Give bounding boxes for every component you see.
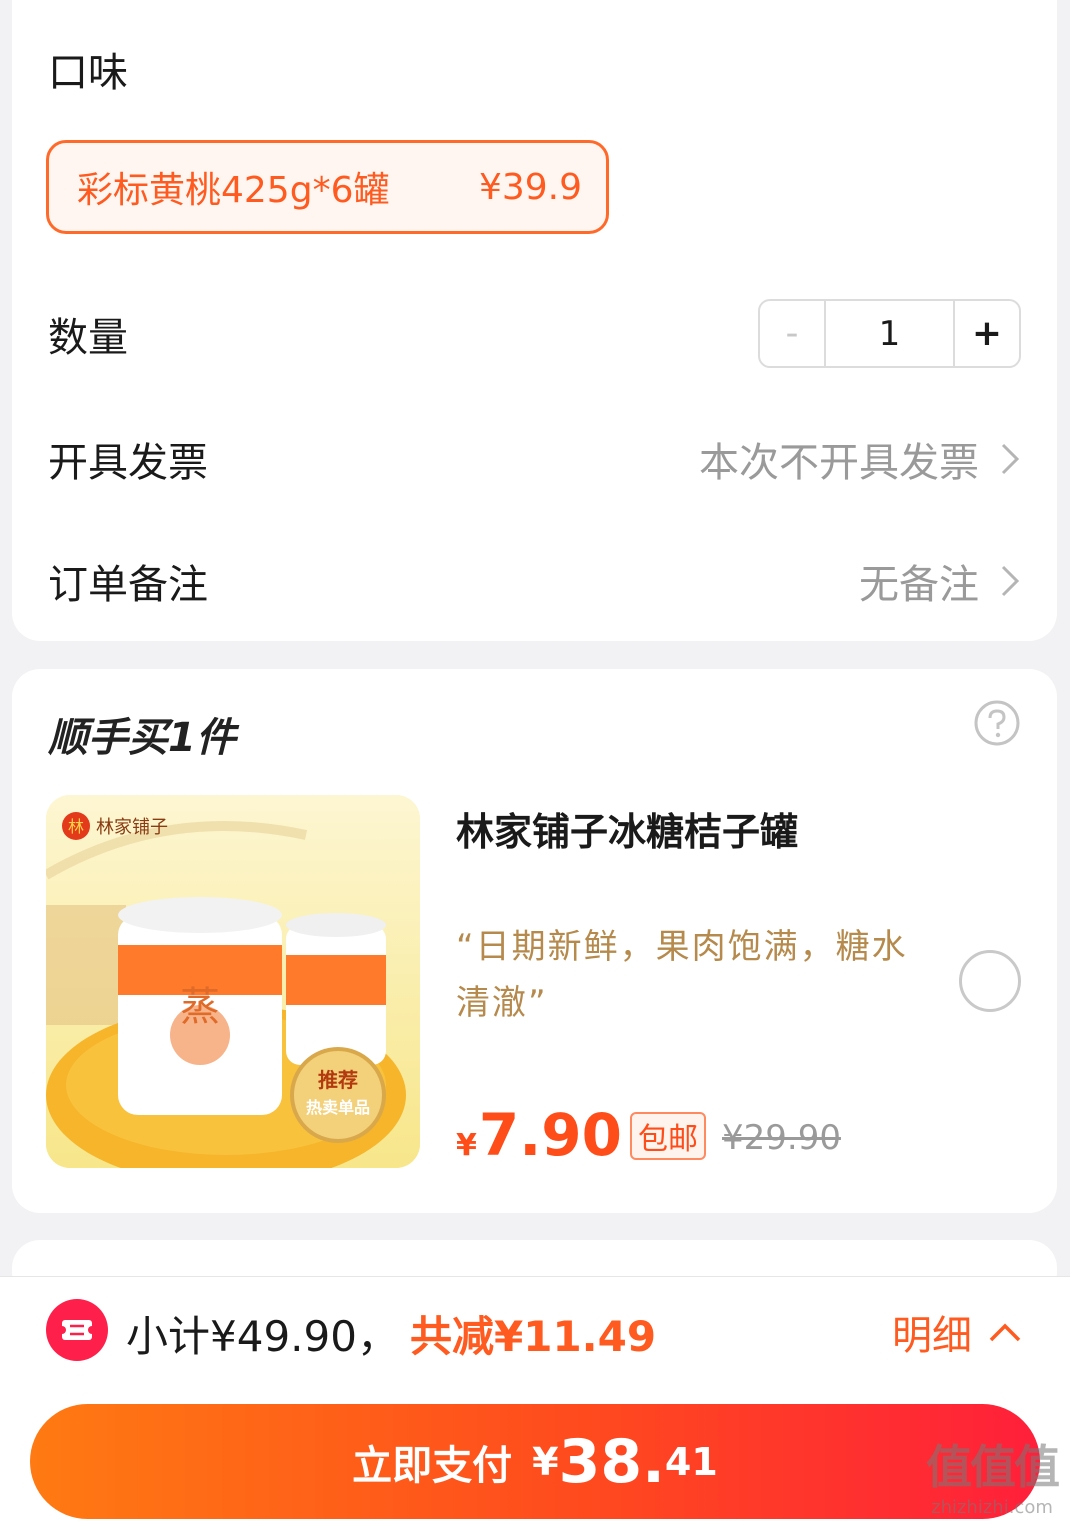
- flavor-option-name: 彩标黄桃425g*6罐: [77, 170, 390, 211]
- coupon-icon: [46, 1299, 108, 1361]
- free-shipping-badge: 包邮: [629, 1112, 706, 1160]
- flavor-option-selected[interactable]: 彩标黄桃425g*6罐 ¥39.9: [46, 140, 609, 234]
- product-brand-text: 林家铺子: [96, 817, 168, 838]
- invoice-selector[interactable]: 本次不开具发票: [699, 430, 1023, 488]
- svg-text:林: 林: [68, 817, 84, 836]
- chevron-right-icon: [1001, 443, 1020, 475]
- invoice-value: 本次不开具发票: [699, 440, 979, 486]
- pay-amount-integer: 38.: [558, 1426, 665, 1497]
- pay-now-button[interactable]: 立即支付 ¥ 38. 41: [30, 1404, 1040, 1519]
- addon-select-radio[interactable]: [959, 950, 1021, 1012]
- addon-card: 顺手买1件 蒸 林 林家铺子 推荐 热卖单品 林家铺子冰糖桔子罐 “日期新鲜，果…: [12, 669, 1057, 1213]
- addon-title: 顺手买1件: [48, 715, 236, 761]
- order-options-card: 口味 彩标黄桃425g*6罐 ¥39.9 数量 - 1 + 开具发票 本次不开具…: [12, 0, 1057, 641]
- watermark-url: zhizhizhi.com: [931, 1497, 1053, 1518]
- detail-label: 明细: [892, 1313, 972, 1359]
- pay-now-label: 立即支付: [352, 1442, 513, 1489]
- remark-label: 订单备注: [48, 562, 208, 608]
- product-price-row: ¥ 7.90 包邮 ¥29.90: [456, 1101, 841, 1169]
- watermark: 值值值 zhizhizhi.com: [926, 1431, 1060, 1518]
- original-price: ¥29.90: [721, 1118, 841, 1158]
- product-badge-line1: 推荐: [318, 1068, 358, 1092]
- subtotal-text: 小计¥49.90，: [126, 1312, 399, 1361]
- increase-quantity-button[interactable]: +: [953, 301, 1019, 366]
- product-name[interactable]: 林家铺子冰糖桔子罐: [456, 801, 798, 856]
- flavor-label: 口味: [48, 50, 128, 96]
- decrease-quantity-button[interactable]: -: [760, 301, 826, 366]
- chevron-up-icon: [989, 1323, 1021, 1342]
- question-circle-icon[interactable]: [973, 699, 1021, 747]
- chevron-right-icon: [1001, 565, 1020, 597]
- watermark-logo-text: 值值值: [926, 1440, 1060, 1494]
- invoice-label: 开具发票: [48, 440, 208, 486]
- product-image[interactable]: 蒸 林 林家铺子 推荐 热卖单品: [46, 795, 420, 1168]
- quantity-label: 数量: [48, 315, 128, 361]
- discount-text: 共减¥11.49: [410, 1312, 657, 1361]
- svg-text:蒸: 蒸: [180, 984, 220, 1030]
- remark-selector[interactable]: 无备注: [859, 552, 1023, 610]
- price-currency: ¥: [456, 1128, 477, 1163]
- pay-amount-decimal: 41: [664, 1439, 718, 1484]
- checkout-bar: 小计¥49.90， 共减¥11.49 明细 立即支付 ¥ 38. 41 值值值 …: [0, 1276, 1070, 1524]
- product-price: 7.90: [478, 1101, 622, 1169]
- product-badge-line2: 热卖单品: [306, 1098, 370, 1117]
- quantity-stepper: - 1 +: [758, 299, 1021, 368]
- product-quote: “日期新鲜，果肉饱满，糖水清澈”: [456, 927, 908, 1023]
- flavor-option-price: ¥39.9: [478, 166, 582, 208]
- quantity-value[interactable]: 1: [826, 301, 953, 366]
- remark-value: 无备注: [859, 562, 979, 608]
- pay-currency: ¥: [532, 1439, 559, 1484]
- detail-toggle[interactable]: 明细: [892, 1303, 1022, 1361]
